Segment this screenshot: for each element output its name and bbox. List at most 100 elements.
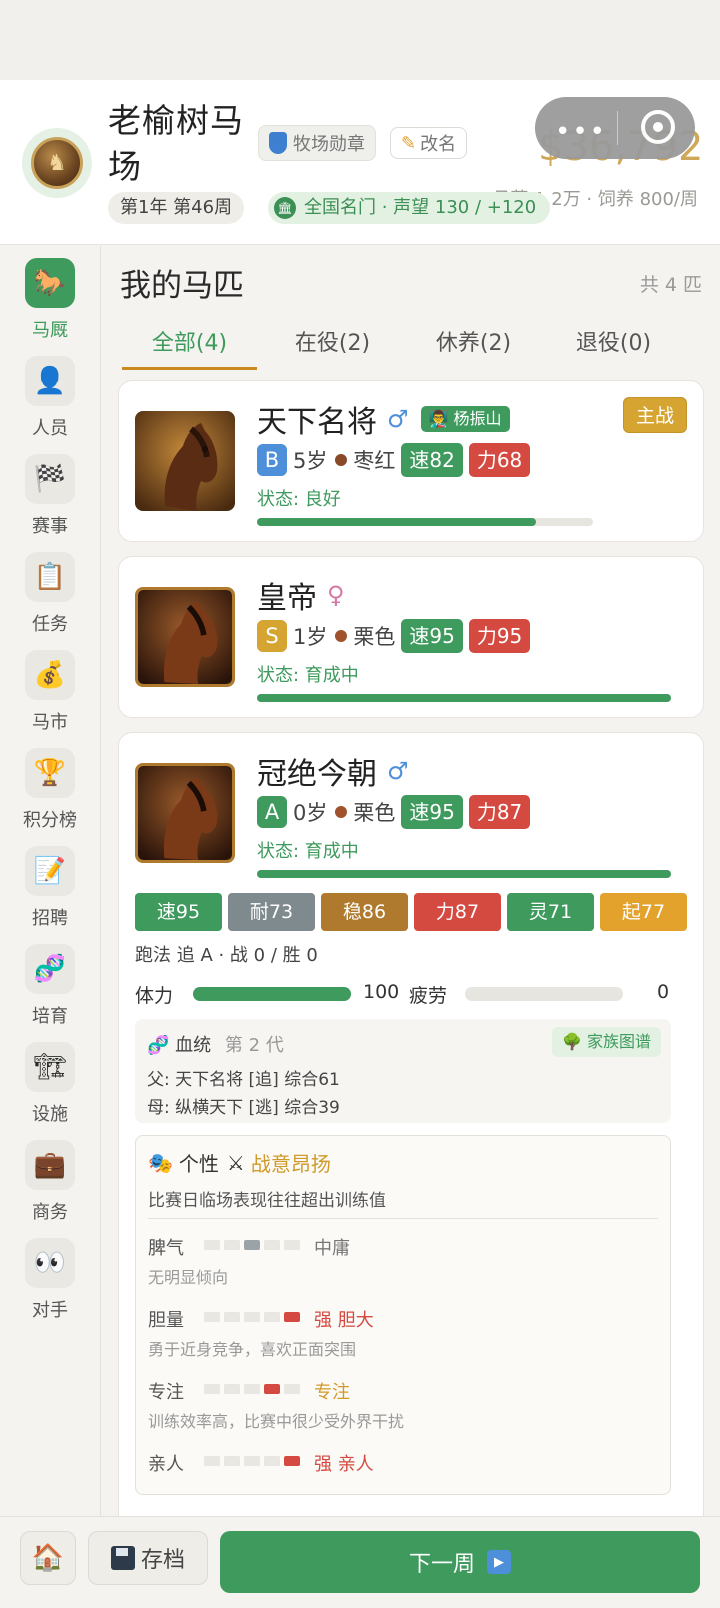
sidebar-label: 商务 [32,1202,68,1223]
trait-name: 专注 [148,1382,184,1403]
crane-icon: 🏗 [25,1042,75,1092]
sidebar-label: 赛事 [32,516,68,537]
fatigue-bar [465,987,623,1001]
horse-portrait [135,763,235,863]
lineage-panel: 🧬 血统 第 2 代 🌳 家族图谱 父: 天下名将 [追] 综合61 母: 纵横… [135,1019,671,1123]
trait-meter [204,1456,300,1466]
sidebar-item-staff[interactable]: 👤 人员 [0,356,100,446]
trait-desc: 无明显倾向 [148,1268,229,1287]
sidebar-label: 设施 [32,1104,68,1125]
growth-bar-fill [257,870,671,878]
horse-list-panel: 我的马匹 共 4 匹 全部(4) 在役(2) 休养(2) 退役(0) 天下名将 … [102,246,720,1516]
male-icon: ♂ [387,757,409,785]
tab-retired[interactable]: 退役(0) [546,324,681,370]
sidebar-item-recruit[interactable]: 📝 招聘 [0,846,100,936]
floppy-disk-icon [110,1546,135,1570]
trait-affection: 亲人 强 亲人 [148,1450,658,1494]
trait-meter [204,1384,300,1394]
speed-chip: 速95 [401,795,463,829]
horse-name: 冠绝今朝 [257,757,377,792]
horse-name: 皇帝 [257,581,317,616]
horse-portrait [135,411,235,511]
speed-chip: 速82 [401,443,463,477]
sidebar-item-tasks[interactable]: 📋 任务 [0,552,100,642]
family-tree-label: 家族图谱 [586,1032,651,1051]
horse-card[interactable]: 天下名将 ♂ 👨‍🏫 杨振山 主战 B 5岁 枣红 速82 力68 状态: 良好 [118,380,704,542]
mini-program-capsule[interactable]: ••• [535,97,695,159]
trait-value: 专注 [314,1382,350,1403]
ranch-header: ♞ 老榆树马场 牧场勋章 ✎ 改名 $36,792 ••• 月薪 1.2万 · … [0,80,720,245]
attribute-row: 速95 耐73 稳86 力87 灵71 起77 [135,893,687,931]
male-icon: ♂ [387,405,409,433]
horse-name-row: 皇帝 ♀ [257,573,345,617]
next-week-label: 下一周 [408,1552,475,1577]
rename-label: 改名 [420,134,457,155]
attr-power: 力87 [414,893,501,931]
tab-all[interactable]: 全部(4) [122,324,257,370]
sidebar-item-stable[interactable]: 🐎 马厩 [0,258,100,348]
pencil-icon: ✎ [401,132,417,154]
sire-info: 父: 天下名将 [追] 综合61 [147,1070,340,1090]
money-bag-icon: 💰 [25,650,75,700]
close-target-icon[interactable] [641,110,675,144]
tab-active[interactable]: 在役(2) [265,324,400,370]
stamina-value: 100 [363,981,400,1003]
tab-resting[interactable]: 休养(2) [406,324,541,370]
attr-speed: 速95 [135,893,222,931]
jockey-tag[interactable]: 👨‍🏫 杨振山 [420,406,510,432]
next-week-button[interactable]: 下一周 ▶ [220,1531,700,1593]
personality-description: 比赛日临场表现往往超出训练值 [148,1191,386,1211]
sidebar-item-business[interactable]: 💼 商务 [0,1140,100,1230]
more-icon[interactable]: ••• [555,117,607,147]
rename-button[interactable]: ✎ 改名 [390,127,468,159]
coat-color-dot [335,454,348,466]
horse-coat: 枣红 [353,449,396,473]
reputation-badge[interactable]: 🏛 全国名门 · 声望 130 / +120 [268,192,551,224]
trait-desc: 训练效率高，比赛中很少受外界干扰 [148,1412,405,1431]
save-button[interactable]: 存档 [88,1531,208,1585]
stamina-label: 体力 [135,985,174,1007]
horse-icon: 🐎 [25,258,75,308]
female-icon: ♀ [327,581,345,609]
family-tree-button[interactable]: 🌳 家族图谱 [551,1027,661,1057]
sidebar-item-facilities[interactable]: 🏗 设施 [0,1042,100,1132]
attr-agility: 灵71 [507,893,594,931]
dna-icon: 🧬 [25,944,75,994]
sidebar-item-leaderboard[interactable]: 🏆 积分榜 [0,748,100,838]
sidebar: 🐎 马厩 👤 人员 🏁 赛事 📋 任务 💰 马市 🏆 积分榜 📝 招聘 🧬 培育… [0,246,101,1516]
personality-trait: 战意昂扬 [250,1152,331,1176]
generation: 第 2 代 [224,1035,284,1056]
ranch-medal-button[interactable]: 牧场勋章 [258,125,376,161]
fatigue-value: 0 [657,981,670,1003]
horse-status: 状态: 育成中 [257,665,359,686]
horse-emblem-icon: ♞ [31,137,83,189]
horse-status: 状态: 育成中 [257,841,359,862]
sidebar-item-breeding[interactable]: 🧬 培育 [0,944,100,1034]
trait-value: 中庸 [314,1238,350,1259]
trait-value: 强 胆大 [314,1310,374,1331]
stamina-bar [193,987,351,1001]
reputation-text: 全国名门 · 声望 130 / +120 [304,197,537,218]
home-button[interactable]: 🏠 [20,1531,76,1585]
save-label: 存档 [140,1548,185,1573]
personality-header: 🎭 个性 ⚔ 战意昂扬 [148,1148,331,1177]
sidebar-item-market[interactable]: 💰 马市 [0,650,100,740]
trait-name: 亲人 [148,1454,184,1475]
horse-age: 0岁 [293,801,328,825]
trait-temper: 脾气 中庸 无明显倾向 [148,1234,658,1300]
ranch-logo[interactable]: ♞ [22,128,92,198]
trait-name: 胆量 [148,1310,184,1331]
bottom-action-bar: 🏠 存档 下一周 ▶ [0,1516,720,1608]
grade-badge: B [257,444,287,476]
sidebar-item-races[interactable]: 🏁 赛事 [0,454,100,544]
growth-bar [257,694,671,702]
horse-card[interactable]: 皇帝 ♀ S 1岁 栗色 速95 力95 状态: 育成中 [118,556,704,718]
trait-value: 强 亲人 [314,1454,374,1475]
crossed-swords-icon: ⚔ [226,1150,245,1175]
horse-card-expanded[interactable]: 冠绝今朝 ♂ A 0岁 栗色 速95 力87 状态: 育成中 速95 耐73 稳… [118,732,704,1516]
sidebar-item-rivals[interactable]: 👀 对手 [0,1238,100,1328]
horse-name: 天下名将 [257,405,377,440]
trait-courage: 胆量 强 胆大 勇于近身竞争，喜欢正面突围 [148,1306,658,1372]
coat-color-dot [335,630,348,642]
sidebar-label: 培育 [32,1006,68,1027]
